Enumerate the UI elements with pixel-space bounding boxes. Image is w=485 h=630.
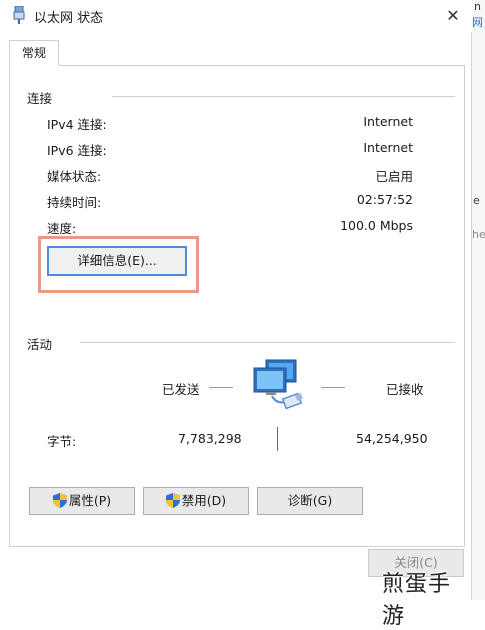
window-title: 以太网 状态 — [34, 11, 104, 26]
duration-value: 02:57:52 — [356, 192, 413, 207]
sent-dash — [209, 387, 233, 388]
ethernet-status-dialog: 以太网 状态 ✕ 常规 连接 IPv4 连接: Internet IPv6 连接… — [0, 0, 472, 629]
ipv4-value: Internet — [363, 114, 413, 129]
duration-label: 持续时间: — [47, 195, 102, 210]
activity-section-title: 活动 — [27, 337, 53, 352]
received-dash — [321, 387, 345, 388]
background-link-fragment: 网 — [472, 16, 483, 29]
media-status-value: 已启用 — [375, 169, 413, 184]
media-status-label: 媒体状态: — [47, 169, 102, 184]
background-window: n 网 e he — [472, 0, 485, 600]
watermark-text: 煎蛋手游 — [382, 572, 452, 629]
ipv4-label: IPv4 连接: — [47, 117, 107, 132]
section-divider — [112, 96, 455, 97]
ethernet-plug-icon — [13, 6, 25, 24]
ipv6-label: IPv6 连接: — [47, 143, 107, 158]
section-divider — [80, 342, 455, 343]
bytes-sent-value: 7,783,298 — [178, 431, 242, 446]
details-button[interactable]: 详细信息(E)... — [47, 246, 187, 276]
properties-button-label: 属性(P) — [68, 493, 112, 508]
background-text-fragment: he — [472, 228, 485, 241]
diagnose-button[interactable]: 诊断(G) — [257, 487, 363, 515]
tab-bar: 常规 — [0, 38, 472, 66]
background-text-fragment: e — [473, 194, 480, 207]
close-window-icon[interactable]: ✕ — [440, 4, 466, 28]
disable-button[interactable]: 禁用(D) — [143, 487, 249, 515]
activity-divider — [277, 427, 278, 451]
tab-panel — [9, 65, 465, 547]
network-computer-icon — [253, 359, 303, 410]
uac-shield-icon — [165, 493, 180, 508]
title-bar[interactable]: 以太网 状态 ✕ — [0, 0, 472, 32]
background-text-fragment: n — [474, 0, 481, 13]
uac-shield-icon — [52, 493, 67, 508]
speed-value: 100.0 Mbps — [340, 218, 413, 233]
sent-label: 已发送 — [162, 382, 200, 397]
connection-section-title: 连接 — [27, 91, 53, 106]
ipv6-value: Internet — [363, 140, 413, 155]
received-label: 已接收 — [386, 382, 424, 397]
speed-label: 速度: — [47, 221, 77, 236]
bytes-label: 字节: — [47, 434, 77, 449]
bytes-received-value: 54,254,950 — [356, 431, 428, 446]
disable-button-label: 禁用(D) — [181, 493, 227, 508]
tab-general[interactable]: 常规 — [9, 40, 59, 66]
properties-button[interactable]: 属性(P) — [29, 487, 135, 515]
